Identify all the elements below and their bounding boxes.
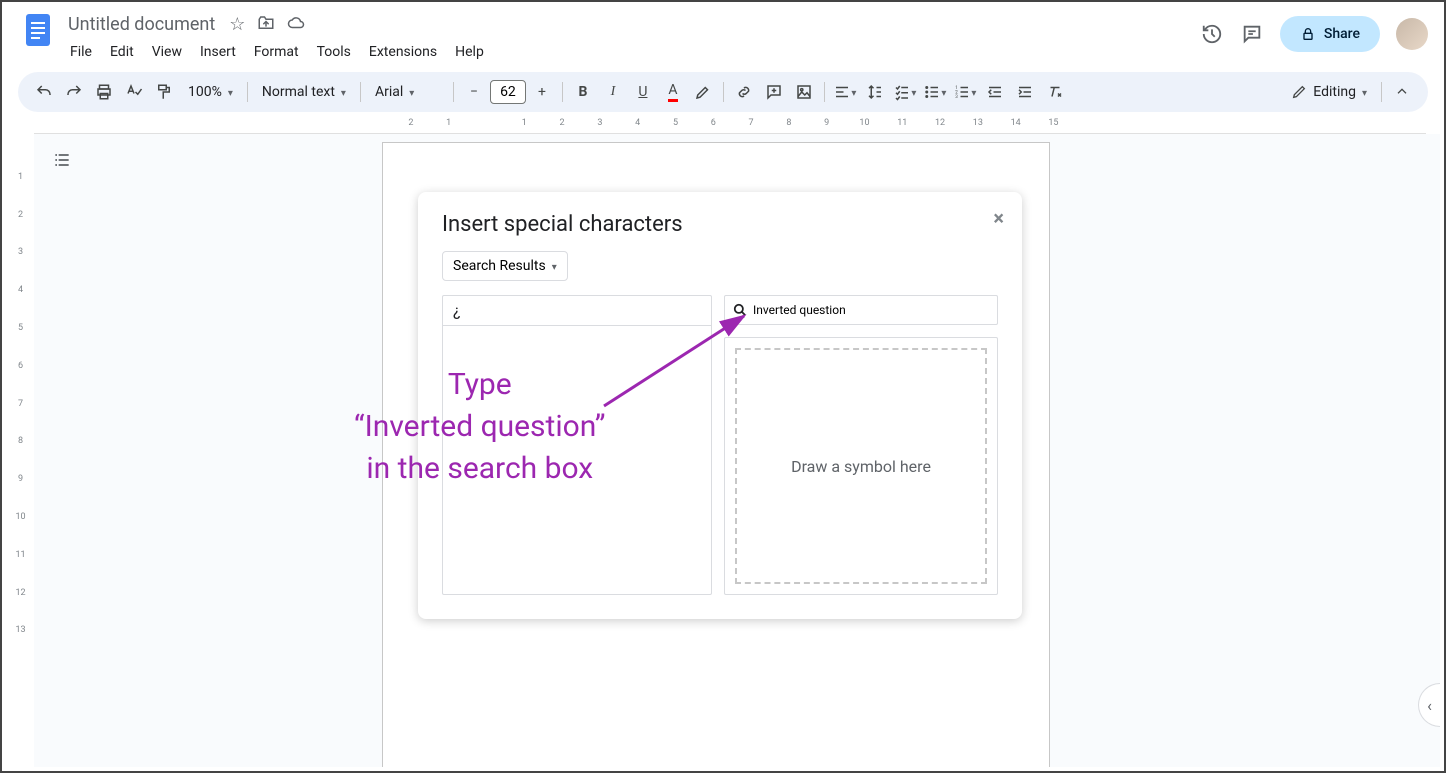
cloud-status-icon[interactable] [287, 14, 305, 35]
bold-button[interactable]: B [569, 78, 597, 106]
print-button[interactable] [90, 78, 118, 106]
app-header: Untitled document ☆ File Edit View Inser… [2, 2, 1444, 64]
document-title[interactable]: Untitled document [62, 12, 221, 37]
chevron-down-icon [941, 84, 946, 100]
draw-panel[interactable]: Draw a symbol here [724, 337, 998, 595]
character-result-item[interactable]: ¿ [443, 296, 711, 326]
redo-button[interactable] [60, 78, 88, 106]
text-color-button[interactable]: A [659, 78, 687, 106]
mode-select[interactable]: Editing [1283, 84, 1375, 100]
outline-toggle-button[interactable] [48, 146, 76, 174]
numbered-list-button[interactable]: 123 [951, 78, 979, 106]
dialog-title: Insert special characters [442, 212, 998, 237]
comments-icon[interactable] [1240, 22, 1264, 46]
category-label: Search Results [453, 258, 546, 274]
search-input[interactable] [753, 303, 989, 317]
indent-decrease-button[interactable] [981, 78, 1009, 106]
svg-text:3: 3 [956, 94, 959, 100]
collapse-toolbar-button[interactable] [1388, 78, 1416, 106]
chevron-down-icon [409, 84, 414, 100]
fontsize-input[interactable] [490, 80, 526, 104]
separator [247, 82, 248, 102]
horizontal-ruler[interactable]: 21123456789101112131415 [34, 118, 1426, 134]
move-icon[interactable] [257, 14, 275, 35]
separator [360, 82, 361, 102]
category-dropdown[interactable]: Search Results [442, 251, 568, 281]
close-button[interactable]: × [993, 206, 1004, 230]
underline-button[interactable]: U [629, 78, 657, 106]
chevron-down-icon [552, 258, 557, 274]
italic-button[interactable]: I [599, 78, 627, 106]
add-comment-button[interactable] [760, 78, 788, 106]
separator [824, 82, 825, 102]
separator [453, 82, 454, 102]
search-icon [733, 303, 747, 317]
chevron-down-icon [228, 84, 233, 100]
menu-file[interactable]: File [62, 40, 100, 64]
line-spacing-button[interactable] [861, 78, 889, 106]
paint-format-button[interactable] [150, 78, 178, 106]
zoom-select[interactable]: 100% [180, 84, 241, 100]
separator [1381, 82, 1382, 102]
history-icon[interactable] [1200, 22, 1224, 46]
paragraph-style-select[interactable]: Normal text [254, 84, 354, 100]
fontsize-increase-button[interactable]: + [528, 78, 556, 106]
chevron-down-icon [971, 84, 976, 100]
mode-label: Editing [1313, 84, 1356, 100]
docs-logo[interactable] [18, 10, 58, 50]
chevron-down-icon [341, 84, 346, 100]
font-select[interactable]: Arial [367, 84, 447, 100]
star-icon[interactable]: ☆ [229, 14, 245, 35]
lock-icon [1300, 26, 1316, 42]
chevron-down-icon [851, 84, 856, 100]
separator [562, 82, 563, 102]
font-value: Arial [375, 84, 403, 100]
menu-help[interactable]: Help [447, 40, 492, 64]
chevron-down-icon [1362, 84, 1367, 100]
chevron-down-icon [911, 84, 916, 100]
spellcheck-button[interactable] [120, 78, 148, 106]
align-button[interactable] [831, 78, 859, 106]
style-value: Normal text [262, 84, 335, 100]
menu-format[interactable]: Format [246, 40, 307, 64]
title-area: Untitled document ☆ File Edit View Inser… [62, 10, 1200, 64]
zoom-value: 100% [188, 84, 222, 100]
menu-tools[interactable]: Tools [309, 40, 359, 64]
special-characters-dialog: Insert special characters × Search Resul… [418, 192, 1022, 619]
vertical-ruler[interactable]: 12345678910111213 [7, 134, 34, 767]
avatar[interactable] [1396, 18, 1428, 50]
draw-placeholder: Draw a symbol here [735, 348, 987, 584]
menu-extensions[interactable]: Extensions [361, 40, 445, 64]
highlight-button[interactable] [689, 78, 717, 106]
toolbar: 100% Normal text Arial − + B I U A 123 E… [18, 72, 1428, 112]
share-label: Share [1324, 26, 1360, 42]
menubar: File Edit View Insert Format Tools Exten… [62, 40, 1200, 64]
bullet-list-button[interactable] [921, 78, 949, 106]
menu-insert[interactable]: Insert [192, 40, 244, 64]
separator [723, 82, 724, 102]
clear-formatting-button[interactable] [1041, 78, 1069, 106]
fontsize-decrease-button[interactable]: − [460, 78, 488, 106]
menu-view[interactable]: View [144, 40, 190, 64]
pencil-icon [1291, 84, 1307, 100]
side-panel-toggle[interactable]: ‹ [1418, 683, 1440, 727]
character-results-panel: ¿ [442, 295, 712, 595]
checklist-button[interactable] [891, 78, 919, 106]
insert-image-button[interactable] [790, 78, 818, 106]
share-button[interactable]: Share [1280, 16, 1380, 52]
link-button[interactable] [730, 78, 758, 106]
indent-increase-button[interactable] [1011, 78, 1039, 106]
editor-canvas: Insert special characters × Search Resul… [34, 134, 1440, 767]
undo-button[interactable] [30, 78, 58, 106]
search-field[interactable] [724, 295, 998, 325]
menu-edit[interactable]: Edit [102, 40, 142, 64]
